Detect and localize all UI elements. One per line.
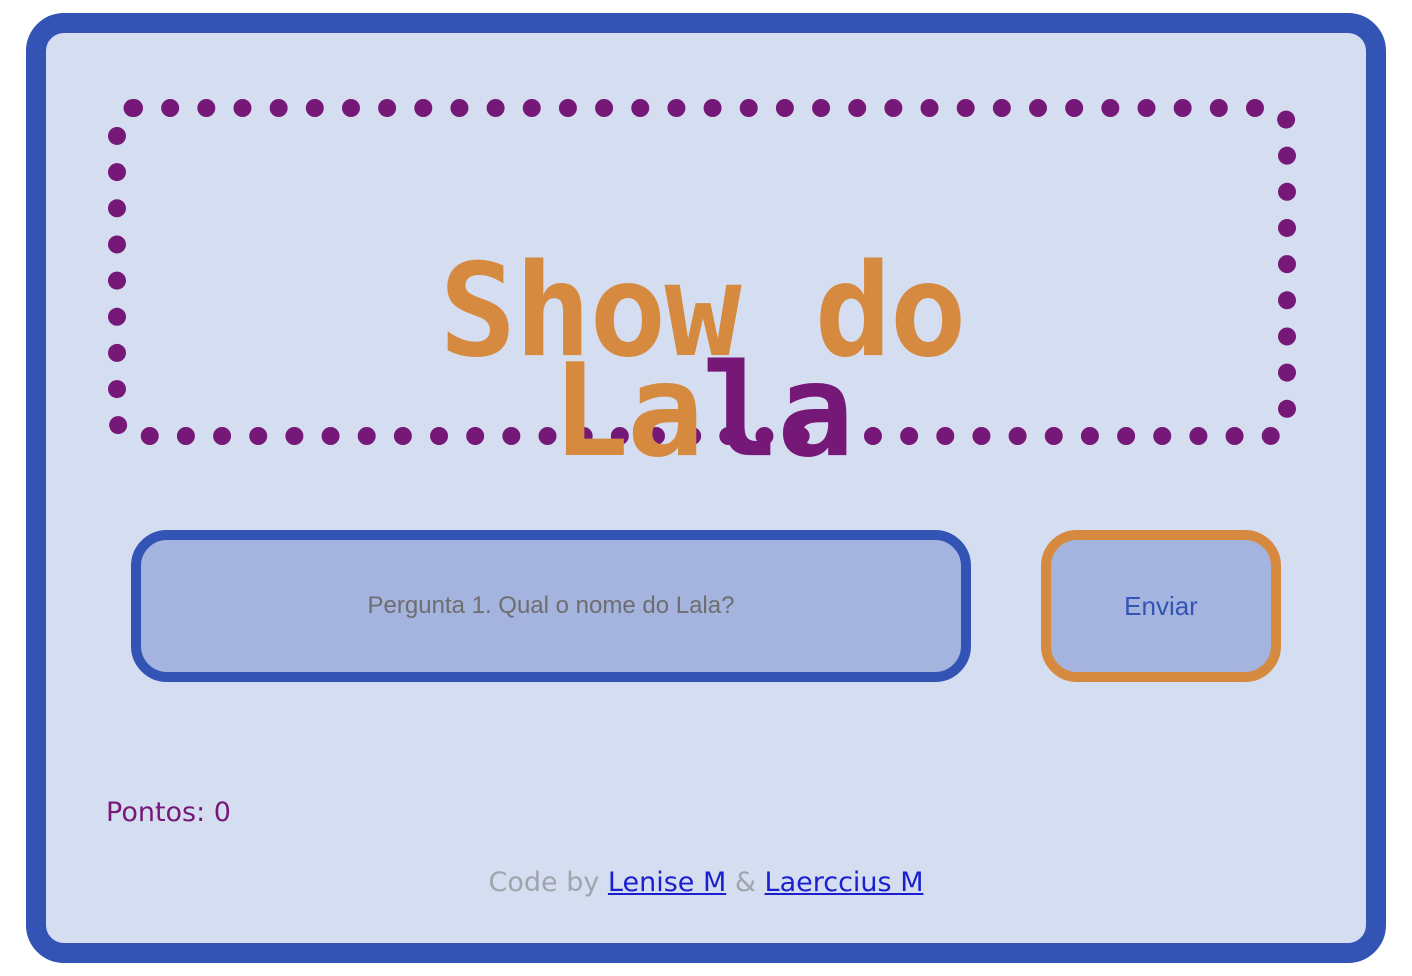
- score-label: Pontos: 0: [106, 797, 231, 828]
- credits-separator: &: [734, 867, 756, 898]
- game-frame: Show do Lala Enviar Pontos: 0 Code by Le…: [26, 13, 1386, 963]
- author-link-lenise[interactable]: Lenise M: [608, 867, 726, 898]
- title-line-2: Lala: [126, 348, 1278, 476]
- answer-input[interactable]: [131, 530, 971, 682]
- credits: Code by Lenise M & Laerccius M: [46, 867, 1366, 898]
- title-box: Show do Lala: [108, 99, 1296, 476]
- game-title: Show do Lala: [126, 248, 1278, 476]
- credits-prefix: Code by: [488, 867, 600, 898]
- title-la-orange: La: [551, 337, 704, 486]
- title-la-purple: la: [702, 337, 854, 486]
- send-button[interactable]: Enviar: [1041, 530, 1281, 682]
- author-link-laerccius[interactable]: Laerccius M: [765, 867, 924, 898]
